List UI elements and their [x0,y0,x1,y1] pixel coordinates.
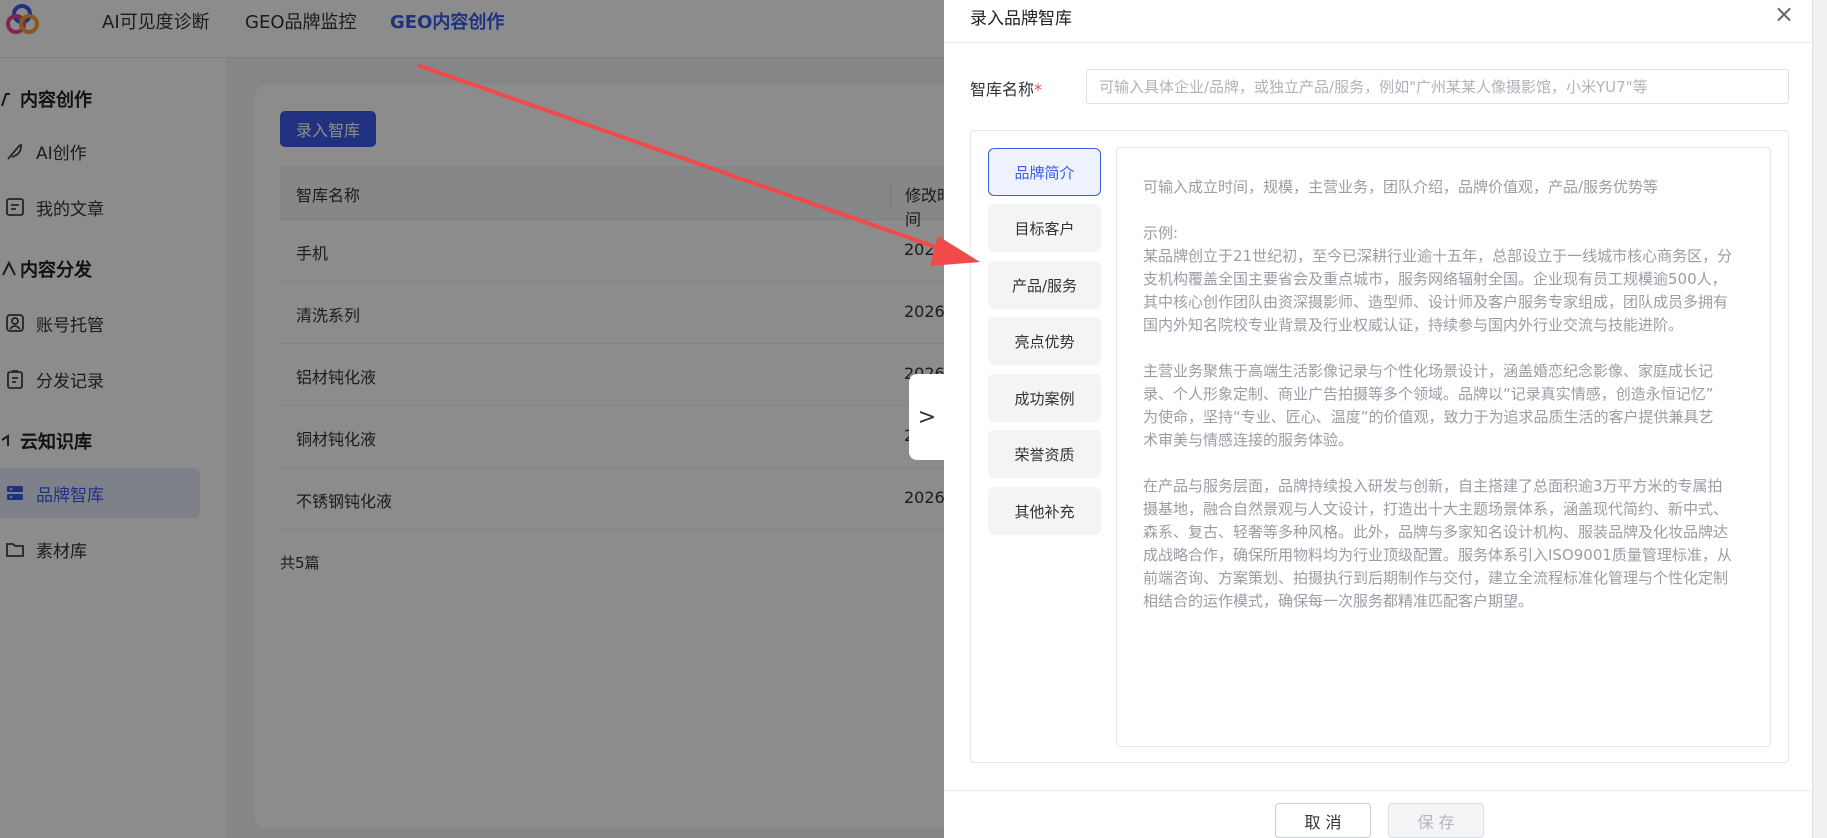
placeholder-line: 其中核心创作团队由资深摄影师、造型师、设计师及客户服务专家组成，团队成员多拥有 [1143,293,1729,311]
tab-honors-qualifications[interactable]: 荣誉资质 [988,430,1101,478]
chevron-right-icon: > [917,404,937,430]
placeholder-line: 示例: [1143,224,1179,242]
placeholder-line: 国内外知名院校专业背景及行业权威认证，持续参与国内外行业交流与技能进阶。 [1143,316,1684,334]
placeholder-line: 前端咨询、方案策划、拍摄执行到后期制作与交付，建立全流程标准化管理与个性化定制 [1143,569,1729,587]
placeholder-line: 森系、复古、轻奢等多种风格。此外，品牌与多家知名设计机构、服装品牌及化妆品牌达 [1143,523,1729,541]
collapse-drawer-button[interactable]: > [909,374,945,460]
name-field-label: 智库名称* [970,76,1042,100]
tab-brand-introduction[interactable]: 品牌简介 [988,148,1101,196]
tab-other-supplements[interactable]: 其他补充 [988,487,1101,535]
drawer-scrollbar[interactable] [1812,0,1827,838]
placeholder-line: 相结合的运作模式，确保每一次服务都精准匹配客户期望。 [1143,592,1534,610]
footer-divider [944,790,1812,791]
tab-highlights[interactable]: 亮点优势 [988,317,1101,365]
brand-content-editor: 品牌简介 目标客户 产品/服务 亮点优势 成功案例 荣誉资质 其他补充 可输入成… [970,130,1789,763]
required-mark: * [1034,80,1043,99]
placeholder-line: 可输入成立时间，规模，主营业务，团队介绍，品牌价值观，产品/服务优势等 [1143,178,1659,196]
tab-target-customers[interactable]: 目标客户 [988,204,1101,252]
cancel-button[interactable]: 取 消 [1275,803,1371,838]
placeholder-line: 在产品与服务层面，品牌持续投入研发与创新，自主搭建了总面积逾3万平方米的专属拍 [1143,477,1723,495]
tab-products-services[interactable]: 产品/服务 [988,261,1101,309]
tab-success-cases[interactable]: 成功案例 [988,374,1101,422]
name-label-text: 智库名称 [970,80,1035,99]
header-divider [944,42,1812,43]
brand-introduction-textarea[interactable]: 可输入成立时间，规模，主营业务，团队介绍，品牌价值观，产品/服务优势等 示例: … [1116,147,1771,747]
brand-knowledge-base-drawer: 录入品牌智库 × 智库名称* 品牌简介 目标客户 产品/服务 亮点优势 成功案例… [944,0,1812,838]
placeholder-line: 某品牌创立于21世纪初，至今已深耕行业逾十五年，总部设立于一线城市核心商务区，分 [1143,247,1733,265]
close-icon[interactable]: × [1770,0,1798,28]
knowledge-base-name-input[interactable] [1086,69,1789,104]
save-button[interactable]: 保 存 [1388,803,1484,838]
placeholder-line: 摄基地，融合自然景观与人文设计，打造出十大主题场景体系，涵盖现代简约、新中式、 [1143,500,1729,518]
modal-backdrop[interactable] [0,0,944,838]
placeholder-line: 成战略合作，确保所用物料均为行业顶级配置。服务体系引入ISO9001质量管理标准… [1143,546,1732,564]
drawer-title: 录入品牌智库 [970,9,1072,29]
placeholder-line: 支机构覆盖全国主要省会及重点城市，服务网络辐射全国。企业现有员工规模逾500人， [1143,270,1727,288]
placeholder-line: 术审美与情感连接的服务体验。 [1143,431,1354,449]
placeholder-line: 为使命，坚持“专业、匠心、温度”的价值观，致力于为追求品质生活的客户提供兼具艺 [1143,408,1714,426]
placeholder-line: 录、个人形象定制、商业广告拍摄等多个领域。品牌以“记录真实情感，创造永恒记忆” [1143,385,1714,403]
textarea-placeholder: 可输入成立时间，规模，主营业务，团队介绍，品牌价值观，产品/服务优势等 示例: … [1143,176,1743,613]
placeholder-line: 主营业务聚焦于高端生活影像记录与个性化场景设计，涵盖婚恋纪念影像、家庭成长记 [1143,362,1714,380]
